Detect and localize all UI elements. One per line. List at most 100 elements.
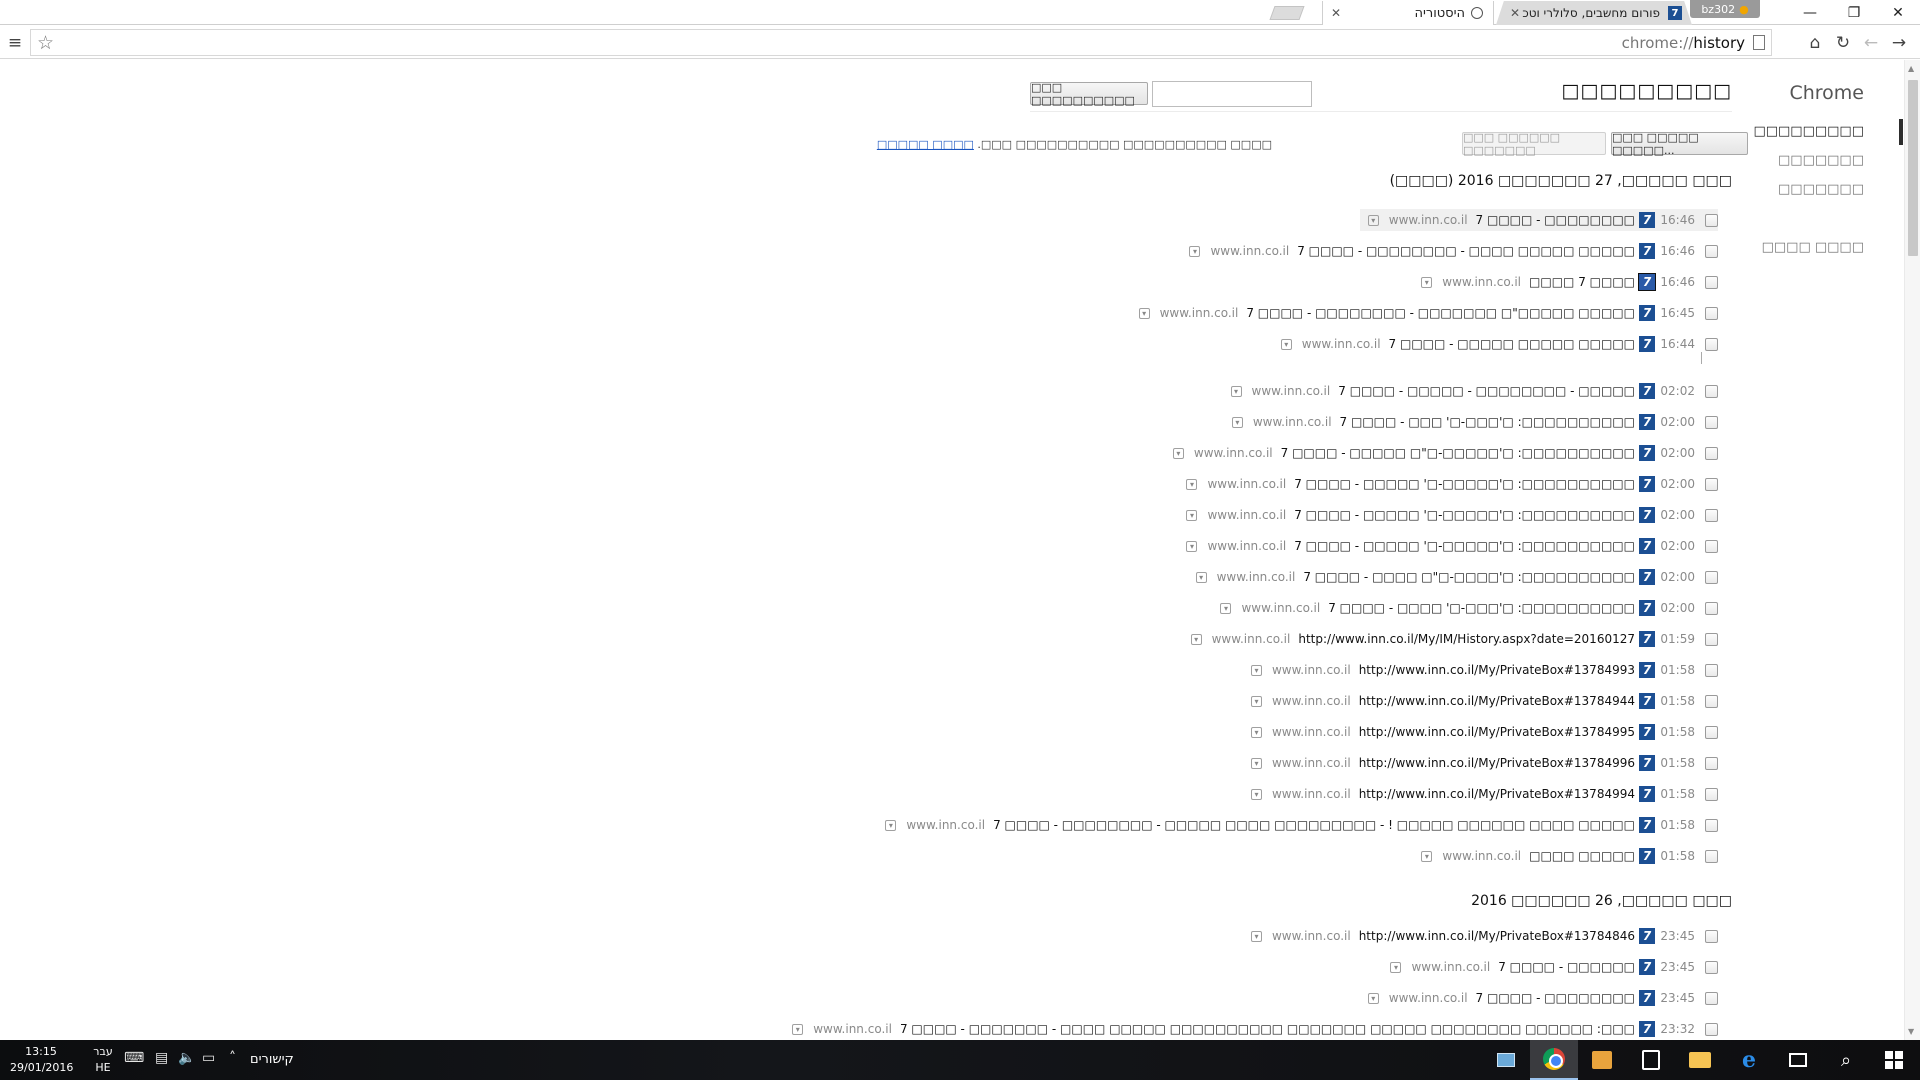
- star-icon[interactable]: ☆: [37, 32, 54, 54]
- network-icon[interactable]: ▭: [202, 1050, 215, 1066]
- entry-menu-icon[interactable]: ▾: [1186, 478, 1198, 490]
- entry-menu-icon[interactable]: ▾: [1230, 385, 1242, 397]
- history-entry[interactable]: 01:58 7 □□□□□ □□□□ □□□□□□ □□□□□ ! - □□□□□□…: [885, 814, 1718, 836]
- entry-domain[interactable]: www.inn.co.il: [1210, 244, 1289, 258]
- history-entry[interactable]: 01:58 7 □□□□□ □□□□ www.inn.co.il ▾: [1421, 845, 1718, 867]
- entry-title[interactable]: □□□□□ □□□□□ □□□□□ - □□□□ 7: [1389, 337, 1635, 351]
- entry-domain[interactable]: www.inn.co.il: [1217, 570, 1296, 584]
- entry-checkbox[interactable]: [1705, 991, 1718, 1005]
- entry-title[interactable]: □□□□□□□□□□: □'□□□□□-□' □□□□□ - □□□□ 7: [1294, 539, 1635, 553]
- history-entry[interactable]: 23:45 7 □□□□□□ - □□□□ 7 www.inn.co.il ▾: [1390, 956, 1718, 978]
- history-entry[interactable]: 02:00 7 □□□□□□□□□□: □'□□□□-□"□ □□□□ - □□□□…: [1195, 566, 1718, 588]
- entry-domain[interactable]: www.inn.co.il: [1389, 213, 1468, 227]
- history-entry[interactable]: 02:00 7 □□□□□□□□□□: □'□□□□□-□' □□□□□ - □□□…: [1186, 535, 1718, 557]
- entry-checkbox[interactable]: [1705, 725, 1718, 739]
- entry-menu-icon[interactable]: ▾: [1390, 961, 1402, 973]
- entry-domain[interactable]: www.inn.co.il: [1272, 694, 1351, 708]
- entry-menu-icon[interactable]: ▾: [1250, 788, 1262, 800]
- entry-menu-icon[interactable]: ▾: [1250, 664, 1262, 676]
- entry-checkbox[interactable]: [1705, 849, 1718, 863]
- entry-menu-icon[interactable]: ▾: [1280, 338, 1292, 350]
- entry-checkbox[interactable]: [1705, 632, 1718, 646]
- entry-checkbox[interactable]: [1705, 446, 1718, 460]
- reload-icon[interactable]: ↻: [1830, 26, 1856, 59]
- entry-checkbox[interactable]: [1705, 213, 1718, 227]
- entry-checkbox[interactable]: [1705, 570, 1718, 584]
- entry-menu-icon[interactable]: ▾: [1250, 695, 1262, 707]
- entry-checkbox[interactable]: [1705, 306, 1718, 320]
- entry-domain[interactable]: www.inn.co.il: [1241, 601, 1320, 615]
- tray-clock[interactable]: 13:15 29/01/2016: [10, 1044, 73, 1076]
- history-entry[interactable]: 16:44 7 □□□□□ □□□□□ □□□□□ - □□□□ 7 www.inn.…: [1280, 333, 1718, 355]
- entry-menu-icon[interactable]: ▾: [1250, 726, 1262, 738]
- entry-title[interactable]: □□□□□ - □□□□□□□□ - □□□□□ - □□□□ 7: [1338, 384, 1635, 398]
- history-entry[interactable]: 01:58 7 http://www.inn.co.il/My/PrivateBox…: [1250, 721, 1718, 743]
- start-button[interactable]: [1870, 1040, 1918, 1080]
- history-entry[interactable]: 01:58 7 http://www.inn.co.il/My/PrivateBox…: [1250, 659, 1718, 681]
- entry-title[interactable]: http://www.inn.co.il/My/PrivateBox#13784…: [1359, 663, 1635, 677]
- sidebar-item-history[interactable]: □□□□□□□□□: [1753, 124, 1864, 139]
- entry-domain[interactable]: www.inn.co.il: [1272, 725, 1351, 739]
- entry-menu-icon[interactable]: ▾: [1195, 571, 1207, 583]
- history-entry[interactable]: 23:32 7 □□□: □□□□□□ □□□□□□□□ □□□□□ □□□□□□□…: [792, 1018, 1718, 1040]
- entry-checkbox[interactable]: [1705, 663, 1718, 677]
- close-window-button[interactable]: ✕: [1876, 0, 1920, 25]
- profile-badge[interactable]: bz302 ●: [1690, 0, 1760, 18]
- task-view-icon[interactable]: [1774, 1040, 1822, 1080]
- entry-title[interactable]: □□□□□□□□□□: □'□□□-□' □□□□ - □□□□ 7: [1328, 601, 1635, 615]
- entry-checkbox[interactable]: [1705, 384, 1718, 398]
- entry-menu-icon[interactable]: ▾: [1189, 245, 1201, 257]
- entry-checkbox[interactable]: [1705, 415, 1718, 429]
- entry-title[interactable]: □□□□ 7 □□□□: [1529, 275, 1635, 289]
- history-entry[interactable]: 02:00 7 □□□□□□□□□□: □'□□□-□' □□□□ - □□□□ 7…: [1220, 597, 1718, 619]
- entry-domain[interactable]: www.inn.co.il: [1207, 539, 1286, 553]
- entry-title[interactable]: □□□□□□□□□□: □'□□□□-□"□ □□□□ - □□□□ 7: [1303, 570, 1635, 584]
- volume-icon[interactable]: 🔈: [178, 1050, 195, 1066]
- entry-menu-icon[interactable]: ▾: [1250, 930, 1262, 942]
- tab-close-icon[interactable]: ✕: [1510, 6, 1520, 20]
- links-toolbar[interactable]: קישורים: [250, 1052, 294, 1067]
- entry-domain[interactable]: www.inn.co.il: [1272, 663, 1351, 677]
- entry-checkbox[interactable]: [1705, 1022, 1718, 1036]
- entry-checkbox[interactable]: [1705, 477, 1718, 491]
- minimize-button[interactable]: —: [1788, 0, 1832, 25]
- entry-title[interactable]: http://www.inn.co.il/My/PrivateBox#13784…: [1359, 725, 1635, 739]
- entry-menu-icon[interactable]: ▾: [1186, 509, 1198, 521]
- entry-title[interactable]: □□□□□□□□□□: □'□□□□□-□' □□□□□ - □□□□ 7: [1294, 508, 1635, 522]
- entry-domain[interactable]: www.inn.co.il: [813, 1022, 892, 1036]
- entry-domain[interactable]: www.inn.co.il: [1272, 929, 1351, 943]
- tab-history[interactable]: ✕ היסטוריה: [1322, 1, 1494, 25]
- entry-domain[interactable]: www.inn.co.il: [1442, 275, 1521, 289]
- entry-domain[interactable]: www.inn.co.il: [1212, 632, 1291, 646]
- entry-domain[interactable]: www.inn.co.il: [1272, 787, 1351, 801]
- search-icon[interactable]: ⌕: [1822, 1040, 1870, 1080]
- history-entry[interactable]: 23:45 7 □□□□□□□□ - □□□□ 7 www.inn.co.il ▾: [1367, 987, 1718, 1009]
- entry-title[interactable]: □□□□□ □□□□□"□ □□□□□□□ - □□□□□□□□ - □□□□ …: [1246, 306, 1635, 320]
- scroll-thumb[interactable]: [1908, 80, 1918, 256]
- entry-title[interactable]: □□□□□□ - □□□□ 7: [1498, 960, 1635, 974]
- history-entry[interactable]: 02:00 7 □□□□□□□□□□: □'□□□□□-□' □□□□□ - □□□…: [1186, 473, 1718, 495]
- learn-more-link[interactable]: □□□□ □□□□□: [877, 138, 974, 151]
- keyboard-icon[interactable]: ⌨: [124, 1050, 144, 1066]
- home-icon[interactable]: ⌂: [1802, 26, 1828, 59]
- sidebar-item-settings[interactable]: □□□□□□□: [1778, 182, 1864, 197]
- chrome-taskbar-icon[interactable]: [1530, 1040, 1578, 1080]
- entry-menu-icon[interactable]: ▾: [1186, 540, 1198, 552]
- entry-checkbox[interactable]: [1705, 337, 1718, 351]
- entry-checkbox[interactable]: [1705, 787, 1718, 801]
- search-input[interactable]: [1152, 81, 1312, 107]
- notification-icon[interactable]: ▤: [155, 1050, 168, 1066]
- entry-title[interactable]: □□□: □□□□□□ □□□□□□□□ □□□□□ □□□□□□□ □□□□□…: [900, 1022, 1635, 1036]
- entry-menu-icon[interactable]: ▾: [792, 1023, 804, 1035]
- clear-browsing-data-button[interactable]: □□□ □□□□□ □□□□□...: [1611, 131, 1748, 157]
- entry-domain[interactable]: www.inn.co.il: [1272, 756, 1351, 770]
- chevron-up-icon[interactable]: ˄: [229, 1050, 236, 1066]
- scroll-up-icon[interactable]: ▲: [1908, 64, 1914, 73]
- history-entry[interactable]: 02:02 7 □□□□□ - □□□□□□□□ - □□□□□ - □□□□ 7 w…: [1230, 380, 1718, 402]
- scroll-down-icon[interactable]: ▼: [1908, 1027, 1914, 1036]
- entry-title[interactable]: □□□□□□□□ - □□□□ 7: [1476, 991, 1635, 1005]
- entry-title[interactable]: http://www.inn.co.il/My/PrivateBox#13784…: [1359, 787, 1635, 801]
- search-history-button[interactable]: □□□ □□□□□□□□□□: [1030, 81, 1148, 107]
- entry-checkbox[interactable]: [1705, 275, 1718, 289]
- history-entry[interactable]: 02:00 7 □□□□□□□□□□: □'□□□□□-□"□ □□□□□ - □□…: [1172, 442, 1718, 464]
